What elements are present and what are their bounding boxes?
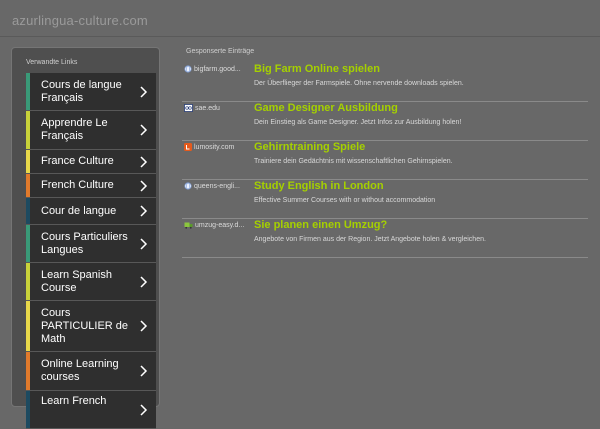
site-header: azurlingua-culture.com: [0, 0, 600, 37]
chevron-right-icon: [140, 275, 148, 288]
sidebar-item-label: French Culture: [41, 179, 114, 191]
sidebar-item-label: Cours Particuliers Langues: [41, 230, 128, 256]
chevron-right-icon: [140, 365, 148, 377]
color-bar: [26, 73, 30, 110]
color-bar: [26, 198, 30, 224]
ad-domain[interactable]: lumosity.com: [184, 143, 250, 151]
ad-domain[interactable]: bigfarm.good...: [184, 65, 250, 73]
sae-icon: [184, 104, 193, 112]
ad-title[interactable]: Game Designer Ausbildung: [254, 102, 398, 114]
related-links-heading: Verwandte Links: [26, 59, 78, 66]
chevron-right-icon: [140, 179, 148, 192]
truck-icon: [184, 222, 193, 229]
chevron-right-icon: [140, 85, 148, 98]
sidebar-item[interactable]: France Culture: [26, 150, 156, 174]
sidebar-item-label: Cours de langue Français: [41, 78, 122, 104]
chevron-right-icon: [140, 403, 148, 416]
sidebar-item[interactable]: Online Learning courses: [26, 352, 156, 391]
sidebar-item[interactable]: Apprendre Le Français: [26, 111, 156, 150]
sidebar-item[interactable]: Learn French: [26, 391, 156, 429]
sidebar-item[interactable]: Cours PARTICULIER de Math: [26, 301, 156, 352]
chevron-right-icon: [140, 237, 148, 250]
sidebar-item-label: Cours PARTICULIER de Math: [41, 306, 129, 345]
ad-title[interactable]: Sie planen einen Umzug?: [254, 219, 387, 231]
color-bar: [26, 263, 30, 300]
sidebar-item-label: Online Learning courses: [41, 358, 119, 383]
globe-icon: [184, 65, 192, 73]
globe-icon: [184, 182, 192, 190]
ad-domain-text: bigfarm.good...: [194, 65, 241, 73]
ad-title[interactable]: Study English in London: [254, 180, 384, 192]
sidebar-item-label: Learn Spanish Course: [41, 268, 112, 294]
chevron-right-icon: [140, 124, 148, 136]
sidebar-item-label: Learn French: [41, 395, 107, 407]
ad-domain-text: umzug-easy.d...: [195, 221, 245, 229]
lumosity-icon: [184, 143, 192, 151]
color-bar: [26, 111, 30, 149]
related-links-list: Cours de langue Français Apprendre Le Fr…: [26, 73, 156, 429]
sidebar-item[interactable]: French Culture: [26, 174, 156, 198]
ad-description: Trainiere dein Gedächtnis mit wissenscha…: [254, 158, 453, 165]
color-bar: [26, 150, 30, 173]
site-title[interactable]: azurlingua-culture.com: [12, 13, 148, 28]
sponsored-ad[interactable]: lumosity.com Gehirntraining Spiele Train…: [182, 141, 588, 180]
sidebar-item[interactable]: Cours Particuliers Langues: [26, 225, 156, 263]
color-bar: [26, 352, 30, 390]
ad-domain-text: queens-engli...: [194, 182, 240, 190]
sidebar-item-label: Cour de langue: [41, 204, 117, 217]
chevron-right-icon: [140, 155, 148, 168]
ad-domain[interactable]: umzug-easy.d...: [184, 221, 250, 229]
sidebar-item[interactable]: Learn Spanish Course: [26, 263, 156, 301]
sponsored-ad[interactable]: queens-engli... Study English in London …: [182, 180, 588, 219]
sponsored-heading: Gesponserte Einträge: [186, 48, 255, 55]
sponsored-ad[interactable]: umzug-easy.d... Sie planen einen Umzug? …: [182, 219, 588, 258]
related-links-panel: Verwandte Links Cours de langue Français…: [11, 47, 160, 429]
ad-title[interactable]: Gehirntraining Spiele: [254, 141, 365, 153]
sponsored-ad[interactable]: bigfarm.good... Big Farm Online spielen …: [182, 63, 588, 102]
ad-description: Der Überflieger der Farmspiele. Ohne ner…: [254, 80, 464, 87]
sponsored-ad[interactable]: sae.edu Game Designer Ausbildung Dein Ei…: [182, 102, 588, 141]
ad-domain[interactable]: sae.edu: [184, 104, 250, 112]
ad-domain-text: sae.edu: [195, 104, 220, 112]
ad-domain-text: lumosity.com: [194, 143, 235, 151]
sidebar-item[interactable]: Cour de langue: [26, 198, 156, 225]
color-bar: [26, 391, 30, 428]
color-bar: [26, 301, 30, 351]
chevron-right-icon: [140, 205, 148, 217]
sidebar-item-label: France Culture: [41, 155, 114, 167]
sidebar-item[interactable]: Cours de langue Français: [26, 73, 156, 111]
chevron-right-icon: [140, 320, 148, 332]
ad-description: Dein Einstieg als Game Designer. Jetzt I…: [254, 119, 462, 126]
ad-title[interactable]: Big Farm Online spielen: [254, 63, 380, 75]
color-bar: [26, 174, 30, 197]
sidebar-item-label: Apprendre Le Français: [41, 117, 108, 142]
ad-domain[interactable]: queens-engli...: [184, 182, 250, 190]
color-bar: [26, 225, 30, 262]
ad-description: Effective Summer Courses with or without…: [254, 197, 436, 204]
ad-description: Angebote von Firmen aus der Region. Jetz…: [254, 236, 486, 243]
